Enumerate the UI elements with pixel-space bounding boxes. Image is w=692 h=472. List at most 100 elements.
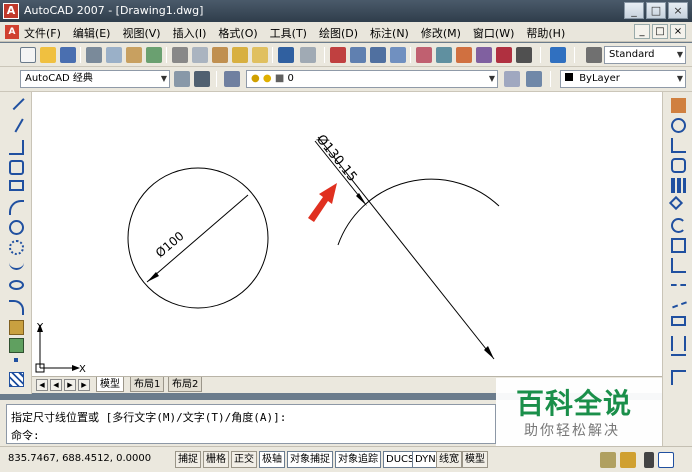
doc-minimize-button[interactable]: _ (634, 24, 650, 39)
zoom-previous-icon[interactable] (390, 47, 406, 63)
text-style-select[interactable]: Standard ▼ (604, 46, 686, 64)
redo-icon[interactable] (300, 47, 316, 63)
layer-previous-icon[interactable] (526, 71, 542, 87)
dimension-text-small[interactable]: Ø100 (153, 229, 187, 261)
paste-icon[interactable] (212, 47, 228, 63)
ellipse-arc-icon[interactable] (9, 300, 24, 315)
dimension-text-large[interactable]: Ø130.15 (313, 132, 360, 185)
menu-modify[interactable]: 修改(M) (421, 25, 461, 41)
communication-center-icon[interactable] (600, 452, 616, 468)
ortho-toggle[interactable]: 正交 (231, 451, 257, 468)
trim-icon[interactable] (671, 278, 686, 286)
ellipse-icon[interactable] (9, 280, 24, 290)
doc-restore-button[interactable]: □ (652, 24, 668, 39)
new-file-icon[interactable] (20, 47, 36, 63)
extend-icon[interactable] (670, 295, 687, 309)
rectangle-icon[interactable] (9, 180, 24, 191)
sheet-set-icon[interactable] (476, 47, 492, 63)
save-icon[interactable] (60, 47, 76, 63)
rotate-icon[interactable] (671, 218, 686, 233)
arc-icon[interactable] (9, 200, 24, 215)
prev-tab-button[interactable]: ◀ (50, 379, 62, 391)
pan-icon[interactable] (330, 47, 346, 63)
workspace-settings-icon[interactable] (174, 71, 190, 87)
grid-toggle[interactable]: 栅格 (203, 451, 229, 468)
menu-insert[interactable]: 插入(I) (173, 25, 207, 41)
menu-draw[interactable]: 绘图(D) (319, 25, 358, 41)
minimize-button[interactable]: _ (624, 2, 644, 19)
erase-icon[interactable] (671, 98, 686, 113)
line-icon[interactable] (8, 93, 25, 111)
first-tab-button[interactable]: ◀ (36, 379, 48, 391)
menu-tools[interactable]: 工具(T) (270, 25, 307, 41)
break-icon[interactable] (671, 336, 686, 351)
make-block-icon[interactable] (9, 338, 24, 353)
document-icon[interactable]: A (5, 25, 19, 39)
insert-block-icon[interactable] (9, 320, 24, 335)
hatch-icon[interactable] (9, 372, 24, 387)
publish-icon[interactable] (126, 47, 142, 63)
zoom-realtime-icon[interactable] (350, 47, 366, 63)
construction-line-icon[interactable] (9, 115, 24, 133)
tab-layout1[interactable]: 布局1 (130, 377, 165, 392)
otrack-toggle[interactable]: 对象追踪 (335, 451, 381, 468)
coordinate-readout[interactable]: 835.7467, 688.4512, 0.0000 (8, 453, 151, 464)
join-icon[interactable] (671, 354, 686, 369)
stretch-icon[interactable] (671, 258, 686, 273)
chamfer-icon[interactable] (671, 370, 686, 385)
point-icon[interactable] (14, 358, 18, 362)
doc-close-button[interactable]: × (670, 24, 686, 39)
tool-palettes-icon[interactable] (456, 47, 472, 63)
polyline-icon[interactable] (9, 140, 24, 155)
clean-screen-icon[interactable] (658, 452, 674, 468)
design-center-icon[interactable] (436, 47, 452, 63)
array-icon[interactable] (671, 178, 686, 193)
print-preview-icon[interactable] (106, 47, 122, 63)
menu-file[interactable]: 文件(F) (24, 25, 61, 41)
break-at-point-icon[interactable] (671, 316, 686, 326)
polygon-icon[interactable] (9, 160, 24, 175)
menu-window[interactable]: 窗口(W) (473, 25, 514, 41)
command-input-line[interactable]: 命令: (11, 427, 40, 443)
menu-view[interactable]: 视图(V) (122, 25, 160, 41)
mirror-icon[interactable] (671, 138, 686, 153)
autocad-app-icon[interactable]: A (3, 3, 19, 19)
copy-icon[interactable] (192, 47, 208, 63)
help-icon[interactable] (550, 47, 566, 63)
status-menu-icon[interactable] (644, 452, 654, 468)
workspace-select[interactable]: AutoCAD 经典 ▼ (20, 70, 170, 88)
offset-icon[interactable] (671, 158, 686, 173)
maximize-button[interactable]: □ (646, 2, 666, 19)
zoom-window-icon[interactable] (370, 47, 386, 63)
block-editor-icon[interactable] (252, 47, 268, 63)
next-tab-button[interactable]: ▶ (64, 379, 76, 391)
layer-select[interactable]: ● ● ■ 0 ▼ (246, 70, 498, 88)
save-workspace-icon[interactable] (194, 71, 210, 87)
cut-icon[interactable] (172, 47, 188, 63)
model-space-toggle[interactable]: 模型 (462, 451, 488, 468)
properties-icon[interactable] (416, 47, 432, 63)
calculator-icon[interactable] (516, 47, 532, 63)
revision-cloud-icon[interactable] (9, 240, 24, 255)
color-select[interactable]: ByLayer ▼ (560, 70, 686, 88)
tab-model[interactable]: 模型 (96, 377, 124, 392)
last-tab-button[interactable]: ▶ (78, 379, 90, 391)
lineweight-toggle[interactable]: 线宽 (436, 451, 462, 468)
menu-edit[interactable]: 编辑(E) (73, 25, 111, 41)
undo-icon[interactable] (278, 47, 294, 63)
dimension-line-small[interactable] (146, 194, 249, 283)
copy-object-icon[interactable] (671, 118, 686, 133)
move-icon[interactable] (668, 195, 684, 211)
lock-toolbar-icon[interactable] (620, 452, 636, 468)
osnap-toggle[interactable]: 对象捕捉 (287, 451, 333, 468)
make-current-layer-icon[interactable] (504, 71, 520, 87)
menu-dimension[interactable]: 标注(N) (370, 25, 409, 41)
open-folder-icon[interactable] (40, 47, 56, 63)
snap-toggle[interactable]: 捕捉 (175, 451, 201, 468)
command-history[interactable]: 指定尺寸线位置或 [多行文字(M)/文字(T)/角度(A)]: 命令: (6, 404, 496, 444)
spline-icon[interactable] (9, 260, 24, 270)
publish-dwf-icon[interactable] (146, 47, 162, 63)
scale-icon[interactable] (671, 238, 686, 253)
menu-help[interactable]: 帮助(H) (526, 25, 565, 41)
circle-icon[interactable] (9, 220, 24, 235)
